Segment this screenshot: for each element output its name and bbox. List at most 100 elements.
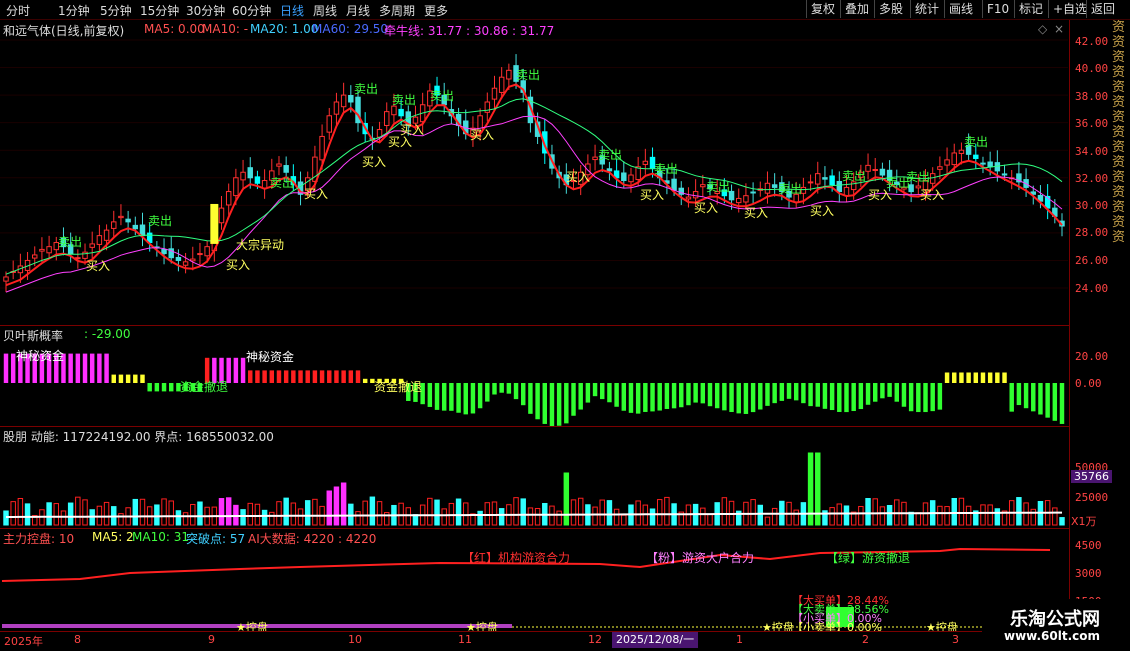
side-info-strip[interactable]: 资资资资资资资资资资资资资资资: [1112, 20, 1130, 440]
volume-bar: [340, 482, 347, 526]
buy-signal: 买入: [566, 170, 591, 184]
period-tab[interactable]: 15分钟: [140, 2, 179, 19]
volume-bar: [829, 507, 835, 526]
volume-bar: [771, 507, 778, 526]
bayes-bar: [10, 353, 16, 383]
volume-bar: [980, 504, 986, 526]
sell-signal: 卖出: [516, 68, 541, 82]
buy-signal: 买入: [362, 155, 387, 169]
add-favorite-button[interactable]: +自选: [1048, 0, 1091, 18]
bayes-label: 资金撤退: [374, 380, 423, 394]
volume-bar: [355, 511, 361, 526]
candle-body: [736, 197, 742, 204]
volume-bar: [297, 508, 304, 526]
period-tab[interactable]: 月线: [346, 2, 370, 19]
period-tab[interactable]: 30分钟: [186, 2, 225, 19]
volume-bar: [10, 501, 16, 526]
volume-bar: [721, 497, 728, 526]
volume-bar: [247, 502, 253, 526]
bayes-bar: [168, 383, 174, 392]
fuquan-button[interactable]: 复权: [806, 0, 839, 18]
candle-body: [829, 175, 835, 186]
bayes-bar: [887, 383, 892, 397]
period-tab[interactable]: 分时: [6, 2, 30, 19]
volume-bar: [534, 507, 541, 526]
bayes-bar: [97, 353, 102, 383]
bayes-bar: [312, 370, 318, 383]
period-tab[interactable]: 周线: [313, 2, 337, 19]
candle-body: [980, 162, 986, 165]
volume-bar: [556, 510, 562, 526]
mark-button[interactable]: 标记: [1014, 0, 1047, 18]
volume-bar: [103, 501, 110, 526]
bayes-bar: [441, 383, 447, 411]
candle-body: [261, 180, 268, 189]
candle-body: [111, 221, 117, 229]
bayes-bar: [923, 383, 928, 413]
bayes-bar: [607, 383, 612, 403]
volume-bar: [793, 509, 799, 526]
candle-body: [743, 195, 749, 203]
period-tab-active[interactable]: 日线: [280, 2, 304, 19]
candle-body: [3, 276, 9, 282]
buy-signal: 买入: [640, 188, 665, 202]
period-tab[interactable]: 60分钟: [232, 2, 271, 19]
volume-bar: [376, 501, 383, 526]
candle-body: [700, 184, 706, 188]
sell-signal: 卖出: [842, 169, 867, 183]
candle-body: [175, 256, 182, 261]
buy-signal: 买入: [744, 206, 769, 220]
period-tab[interactable]: 1分钟: [58, 2, 90, 19]
bayes-bar: [635, 383, 641, 414]
multi-stock-button[interactable]: 多股: [874, 0, 907, 18]
volume-bar: [240, 509, 246, 526]
period-tab[interactable]: 多周期: [379, 2, 415, 19]
volume-bar: [269, 511, 275, 526]
bayes-bar: [362, 378, 368, 383]
stats-button[interactable]: 统计: [910, 0, 943, 18]
bayes-bar: [341, 370, 346, 383]
candle-body: [592, 156, 598, 161]
bayes-bar: [700, 383, 706, 404]
bayes-label: 资金撤退: [180, 380, 229, 394]
volume-bar: [937, 505, 943, 526]
date-axis: 2025年 8 9 10 11 12 2025/12/08/一 1 2 3: [0, 631, 1070, 651]
bayes-bar: [1009, 383, 1014, 412]
bayes-bar: [944, 372, 950, 383]
period-tab-more[interactable]: 更多: [424, 2, 448, 19]
bayes-bar: [758, 383, 763, 410]
price-tick: 40.00: [1075, 62, 1109, 75]
back-button[interactable]: 返回: [1086, 0, 1119, 18]
control-chart: [1, 547, 1060, 628]
price-tick: 36.00: [1075, 117, 1109, 130]
volume-bar: [304, 500, 311, 526]
bayes-bar: [564, 383, 569, 424]
volume-bar: [656, 499, 663, 526]
volume-bar: [987, 504, 993, 526]
bayes-bar: [233, 357, 239, 383]
volume-bar: [613, 508, 620, 526]
f10-button[interactable]: F10: [982, 0, 1013, 18]
overlay-button[interactable]: 叠加: [840, 0, 873, 18]
buy-signal: 买入: [810, 204, 835, 218]
candle-body: [39, 248, 45, 252]
candle-body: [190, 258, 196, 262]
sell-signal: 卖出: [354, 82, 379, 96]
bayes-bar: [520, 383, 526, 406]
volume-tick: 25000: [1075, 491, 1109, 504]
bayes-bar: [650, 383, 655, 412]
candle-body: [32, 254, 38, 259]
candle-body: [973, 154, 979, 159]
sell-signal: 卖出: [392, 93, 417, 107]
period-tab[interactable]: 5分钟: [100, 2, 132, 19]
candle-body: [692, 191, 699, 199]
buy-signal: 买入: [226, 258, 251, 272]
buy-signal: 买入: [304, 187, 329, 201]
bayes-bar: [463, 383, 468, 415]
volume-bar: [218, 498, 225, 526]
bayes-bar: [276, 370, 282, 383]
candle-body: [398, 108, 404, 117]
draw-line-button[interactable]: 画线: [944, 0, 977, 18]
candle-body: [161, 248, 167, 255]
volume-bar: [491, 501, 498, 526]
